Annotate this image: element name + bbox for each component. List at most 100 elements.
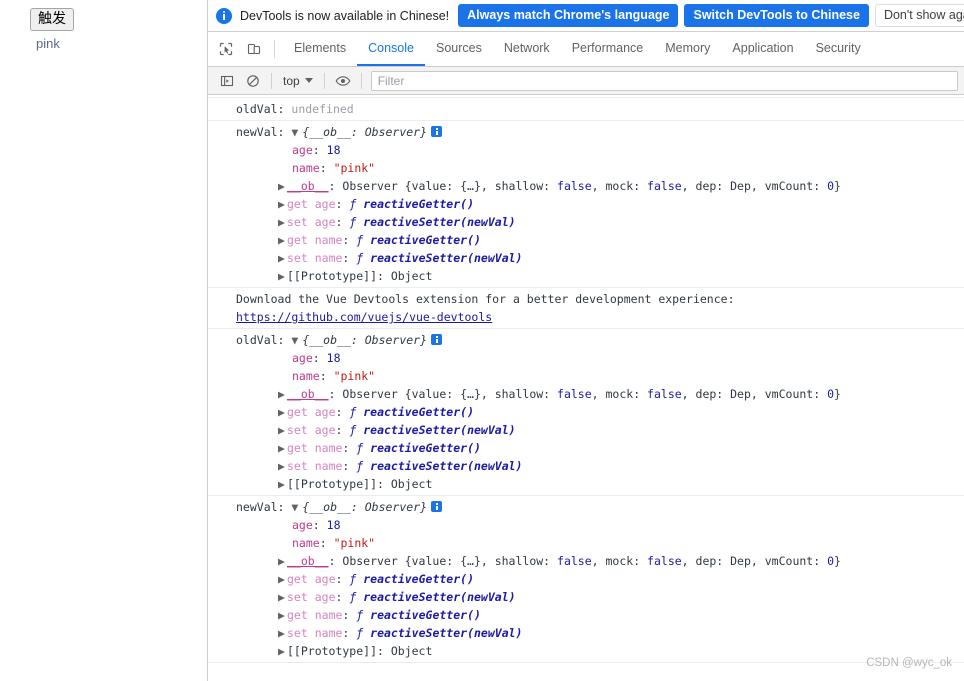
disclosure-triangle-icon[interactable]: ▶ (278, 385, 287, 403)
console-message-row[interactable]: Download the Vue Devtools extension for … (208, 288, 964, 329)
observer-prefix: : Observer {value: {…}, shallow: (328, 554, 558, 568)
disclosure-triangle-icon[interactable]: ▶ (278, 624, 287, 642)
prototype-label: [[Prototype]]: Object (287, 269, 433, 283)
accessor-key: name (314, 608, 343, 622)
panel-tabs: Elements Console Sources Network Perform… (283, 32, 872, 66)
prototype-row[interactable]: ▶ [[Prototype]]: Object (208, 642, 964, 660)
observer-row[interactable]: ▶ __ob__: Observer {value: {…}, shallow: … (208, 552, 964, 570)
observer-prefix: : Observer {value: {…}, shallow: (328, 387, 558, 401)
disclosure-triangle-icon[interactable]: ▶ (278, 267, 287, 285)
clear-console-icon[interactable] (240, 68, 266, 94)
console-sidebar-icon[interactable] (214, 68, 240, 94)
observer-row[interactable]: ▶ __ob__: Observer {value: {…}, shallow: … (208, 385, 964, 403)
switch-devtools-to-chinese-button[interactable]: Switch DevTools to Chinese (684, 4, 869, 27)
dont-show-again-button[interactable]: Don't show again (874, 4, 964, 27)
console-message-row[interactable]: newVal: ▼ {__ob__: Observer} age: 18 name… (208, 496, 964, 663)
accessor-row[interactable]: ▶ set name: ƒ reactiveSetter(newVal) (208, 457, 964, 475)
disclosure-triangle-open-icon[interactable]: ▼ (291, 331, 302, 349)
tab-sources[interactable]: Sources (425, 32, 493, 66)
observer-suffix: , dep: Dep, vmCount: (681, 387, 828, 401)
tab-memory[interactable]: Memory (654, 32, 721, 66)
disclosure-triangle-icon[interactable]: ▶ (278, 552, 287, 570)
observer-key: __ob__ (287, 387, 329, 401)
observer-mock: false (647, 554, 682, 568)
object-prop-row: age: 18 (292, 143, 341, 157)
accessor-kind: get (287, 441, 308, 455)
info-badge-icon[interactable] (431, 126, 443, 137)
log-value: undefined (291, 102, 354, 116)
accessor-row[interactable]: ▶ get age: ƒ reactiveGetter() (208, 570, 964, 588)
accessor-row[interactable]: ▶ get name: ƒ reactiveGetter() (208, 439, 964, 457)
accessor-row[interactable]: ▶ set age: ƒ reactiveSetter(newVal) (208, 588, 964, 606)
devtools-language-infobar: DevTools is now available in Chinese! Al… (208, 0, 964, 32)
live-expression-icon[interactable] (330, 68, 356, 94)
inspect-element-icon[interactable] (212, 32, 240, 66)
disclosure-triangle-icon[interactable]: ▶ (278, 606, 287, 624)
disclosure-triangle-icon[interactable]: ▶ (278, 421, 287, 439)
disclosure-triangle-icon[interactable]: ▶ (278, 439, 287, 457)
tab-application[interactable]: Application (721, 32, 804, 66)
observer-prefix: : Observer {value: {…}, shallow: (328, 179, 558, 193)
accessor-row[interactable]: ▶ get age: ƒ reactiveGetter() (208, 195, 964, 213)
disclosure-triangle-icon[interactable]: ▶ (278, 588, 287, 606)
observer-row[interactable]: ▶ __ob__: Observer {value: {…}, shallow: … (208, 177, 964, 195)
accessor-row[interactable]: ▶ get age: ƒ reactiveGetter() (208, 403, 964, 421)
device-toolbar-icon[interactable] (240, 32, 268, 66)
accessor-key: name (314, 441, 343, 455)
filter-input[interactable]: Filter (370, 70, 958, 91)
always-match-chrome-language-button[interactable]: Always match Chrome's language (458, 4, 679, 27)
disclosure-triangle-icon[interactable]: ▶ (278, 213, 287, 231)
prototype-row[interactable]: ▶ [[Prototype]]: Object (208, 475, 964, 493)
tab-elements[interactable]: Elements (283, 32, 357, 66)
trigger-button[interactable]: 触发 (30, 8, 74, 31)
info-circle-icon (216, 7, 232, 24)
disclosure-triangle-icon[interactable]: ▶ (278, 457, 287, 475)
accessor-row[interactable]: ▶ set name: ƒ reactiveSetter(newVal) (208, 624, 964, 642)
screenshot-root: 触发 pink DevTools is now available in Chi… (0, 0, 964, 681)
disclosure-triangle-icon[interactable]: ▶ (278, 642, 287, 660)
accessor-row[interactable]: ▶ get name: ƒ reactiveGetter() (208, 231, 964, 249)
prop-key: age (292, 351, 313, 365)
disclosure-triangle-icon[interactable]: ▶ (278, 195, 287, 213)
info-badge-icon[interactable] (431, 334, 443, 345)
prop-value: 18 (326, 351, 341, 365)
disclosure-triangle-icon[interactable]: ▶ (278, 177, 287, 195)
disclosure-triangle-open-icon[interactable]: ▼ (291, 498, 302, 516)
vue-devtools-link[interactable]: https://github.com/vuejs/vue-devtools (208, 308, 964, 326)
prototype-row[interactable]: ▶ [[Prototype]]: Object (208, 267, 964, 285)
disclosure-triangle-icon[interactable]: ▶ (278, 475, 287, 493)
accessor-kind: get (287, 233, 308, 247)
disclosure-triangle-icon[interactable]: ▶ (278, 403, 287, 421)
accessor-fn: reactiveGetter() (363, 197, 474, 211)
tab-security[interactable]: Security (805, 32, 872, 66)
object-summary: {__ob__: Observer} (302, 125, 428, 139)
prop-key: age (292, 143, 313, 157)
disclosure-triangle-icon[interactable]: ▶ (278, 249, 287, 267)
observer-key: __ob__ (287, 554, 329, 568)
tab-performance[interactable]: Performance (561, 32, 655, 66)
disclosure-triangle-icon[interactable]: ▶ (278, 231, 287, 249)
prop-key: name (292, 161, 320, 175)
accessor-row[interactable]: ▶ set name: ƒ reactiveSetter(newVal) (208, 249, 964, 267)
info-badge-icon[interactable] (431, 501, 443, 512)
accessor-row[interactable]: ▶ set age: ƒ reactiveSetter(newVal) (208, 213, 964, 231)
accessor-key: age (314, 405, 336, 419)
accessor-row[interactable]: ▶ get name: ƒ reactiveGetter() (208, 606, 964, 624)
disclosure-triangle-open-icon[interactable]: ▼ (291, 123, 302, 141)
accessor-key: age (314, 197, 336, 211)
observer-mock: false (647, 387, 682, 401)
tab-console[interactable]: Console (357, 32, 425, 66)
tab-network[interactable]: Network (493, 32, 561, 66)
console-output[interactable]: oldVal: undefined newVal: ▼ {__ob__: Obse… (208, 97, 964, 681)
web-page-area: 触发 pink (0, 0, 207, 681)
accessor-row[interactable]: ▶ set age: ƒ reactiveSetter(newVal) (208, 421, 964, 439)
execution-context-selector[interactable]: top (277, 74, 319, 88)
console-message-row[interactable]: oldVal: undefined (208, 97, 964, 121)
accessor-key: name (314, 459, 343, 473)
console-message-row[interactable]: newVal: ▼ {__ob__: Observer} age: 18 name… (208, 121, 964, 288)
disclosure-triangle-icon[interactable]: ▶ (278, 570, 287, 588)
prop-key: name (292, 369, 320, 383)
accessor-kind: get (287, 608, 308, 622)
console-message-row[interactable]: oldVal: ▼ {__ob__: Observer} age: 18 name… (208, 329, 964, 496)
accessor-fn: reactiveSetter(newVal) (370, 459, 523, 473)
